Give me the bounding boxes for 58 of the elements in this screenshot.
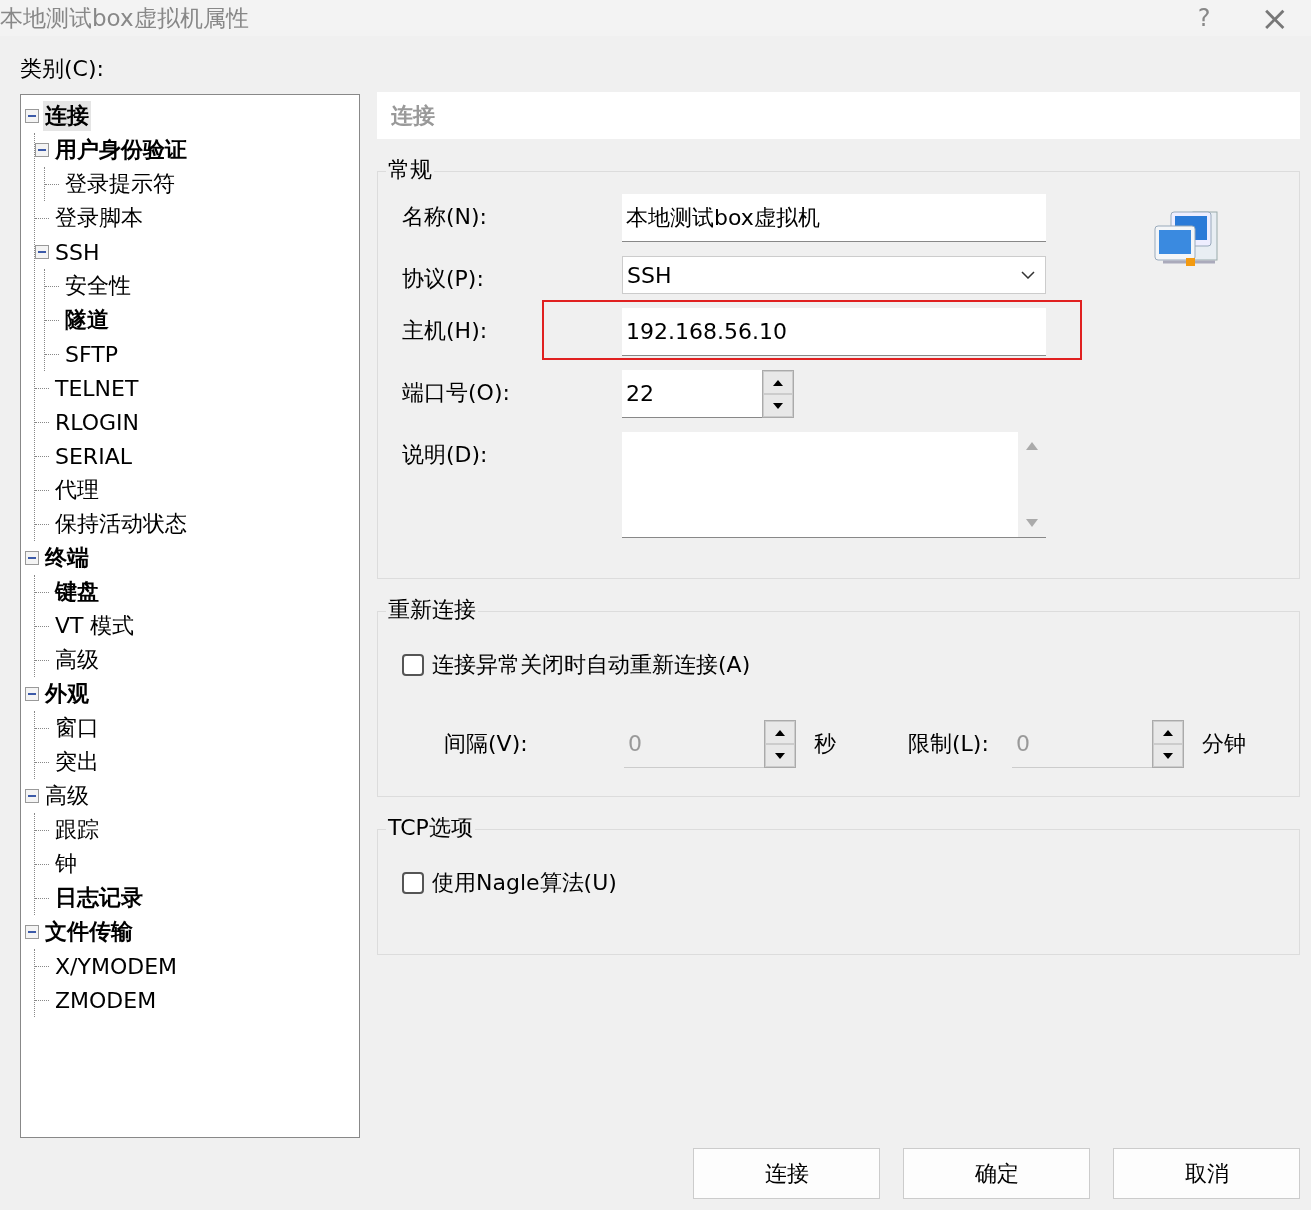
tree-item[interactable]: 日志记录 [53,883,145,913]
tree-item[interactable]: 高级 [43,781,91,811]
field-label: 限制(L): [908,730,990,758]
tree-item[interactable]: VT 模式 [53,611,137,641]
field-label: 主机(H): [402,317,489,345]
collapse-toggle[interactable] [25,687,39,701]
collapse-toggle[interactable] [25,925,39,939]
dialog-button[interactable]: 取消 [1113,1148,1300,1199]
tree-item[interactable]: 连接 [43,101,91,131]
field-label: 间隔(V): [444,730,529,758]
tree-item[interactable]: 文件传输 [43,917,135,947]
category-label: 类别(C): [20,55,105,83]
tree-item[interactable]: TELNET [53,375,141,401]
dialog-button[interactable]: 连接 [693,1148,880,1199]
tree-item[interactable]: 高级 [53,645,101,675]
tree-item[interactable]: 代理 [53,475,101,505]
checkbox[interactable]: 连接异常关闭时自动重新连接(A) [402,650,751,680]
tree-item[interactable]: 安全性 [63,271,133,301]
tree-item[interactable]: ZMODEM [53,987,159,1013]
panel-title: 连接 [377,92,1300,139]
tree-item[interactable]: SFTP [63,341,120,367]
tree-item[interactable]: 终端 [43,543,91,573]
field-label: 协议(P): [402,265,485,293]
dialog-button[interactable]: 确定 [903,1148,1090,1199]
tree-item[interactable]: 键盘 [53,577,101,607]
tree-item[interactable]: 登录提示符 [63,169,177,199]
field-label: 说明(D): [402,441,489,469]
close-button[interactable]: × [1260,1,1289,35]
collapse-toggle[interactable] [35,143,49,157]
protocol-dropdown[interactable]: SSH [622,256,1046,294]
text-field[interactable]: 192.168.56.10 [622,308,1046,356]
tree-item[interactable]: RLOGIN [53,409,142,435]
tree-item[interactable]: 保持活动状态 [53,509,189,539]
collapse-toggle[interactable] [25,551,39,565]
spin-buttons[interactable] [762,370,794,418]
collapse-toggle[interactable] [35,245,49,259]
port-field[interactable]: 22 [622,370,762,418]
checkbox[interactable]: 使用Nagle算法(U) [402,868,617,898]
unit-label: 分钟 [1202,730,1246,758]
text-field[interactable]: 本地测试box虚拟机 [622,194,1046,242]
tree-item[interactable]: 用户身份验证 [53,135,189,165]
tree-item[interactable]: SERIAL [53,443,134,469]
tree-item[interactable]: 窗口 [53,713,101,743]
tree-item[interactable]: 登录脚本 [53,203,145,233]
field-label: 端口号(O): [402,379,511,407]
collapse-toggle[interactable] [25,789,39,803]
tree-item[interactable]: 外观 [43,679,91,709]
tree-item[interactable]: 突出 [53,747,101,777]
tree-item[interactable]: 跟踪 [53,815,101,845]
tree-item[interactable]: 隧道 [63,305,111,335]
field-label: 名称(N): [402,203,489,231]
chevron-down-icon [1021,271,1035,279]
tree-item[interactable]: 钟 [53,849,79,879]
unit-label: 秒 [814,730,836,758]
collapse-toggle[interactable] [25,109,39,123]
window-title: 本地测试box虚拟机属性 [0,3,249,33]
tree-item[interactable]: SSH [53,239,102,265]
tree-item[interactable]: X/YMODEM [53,953,180,979]
